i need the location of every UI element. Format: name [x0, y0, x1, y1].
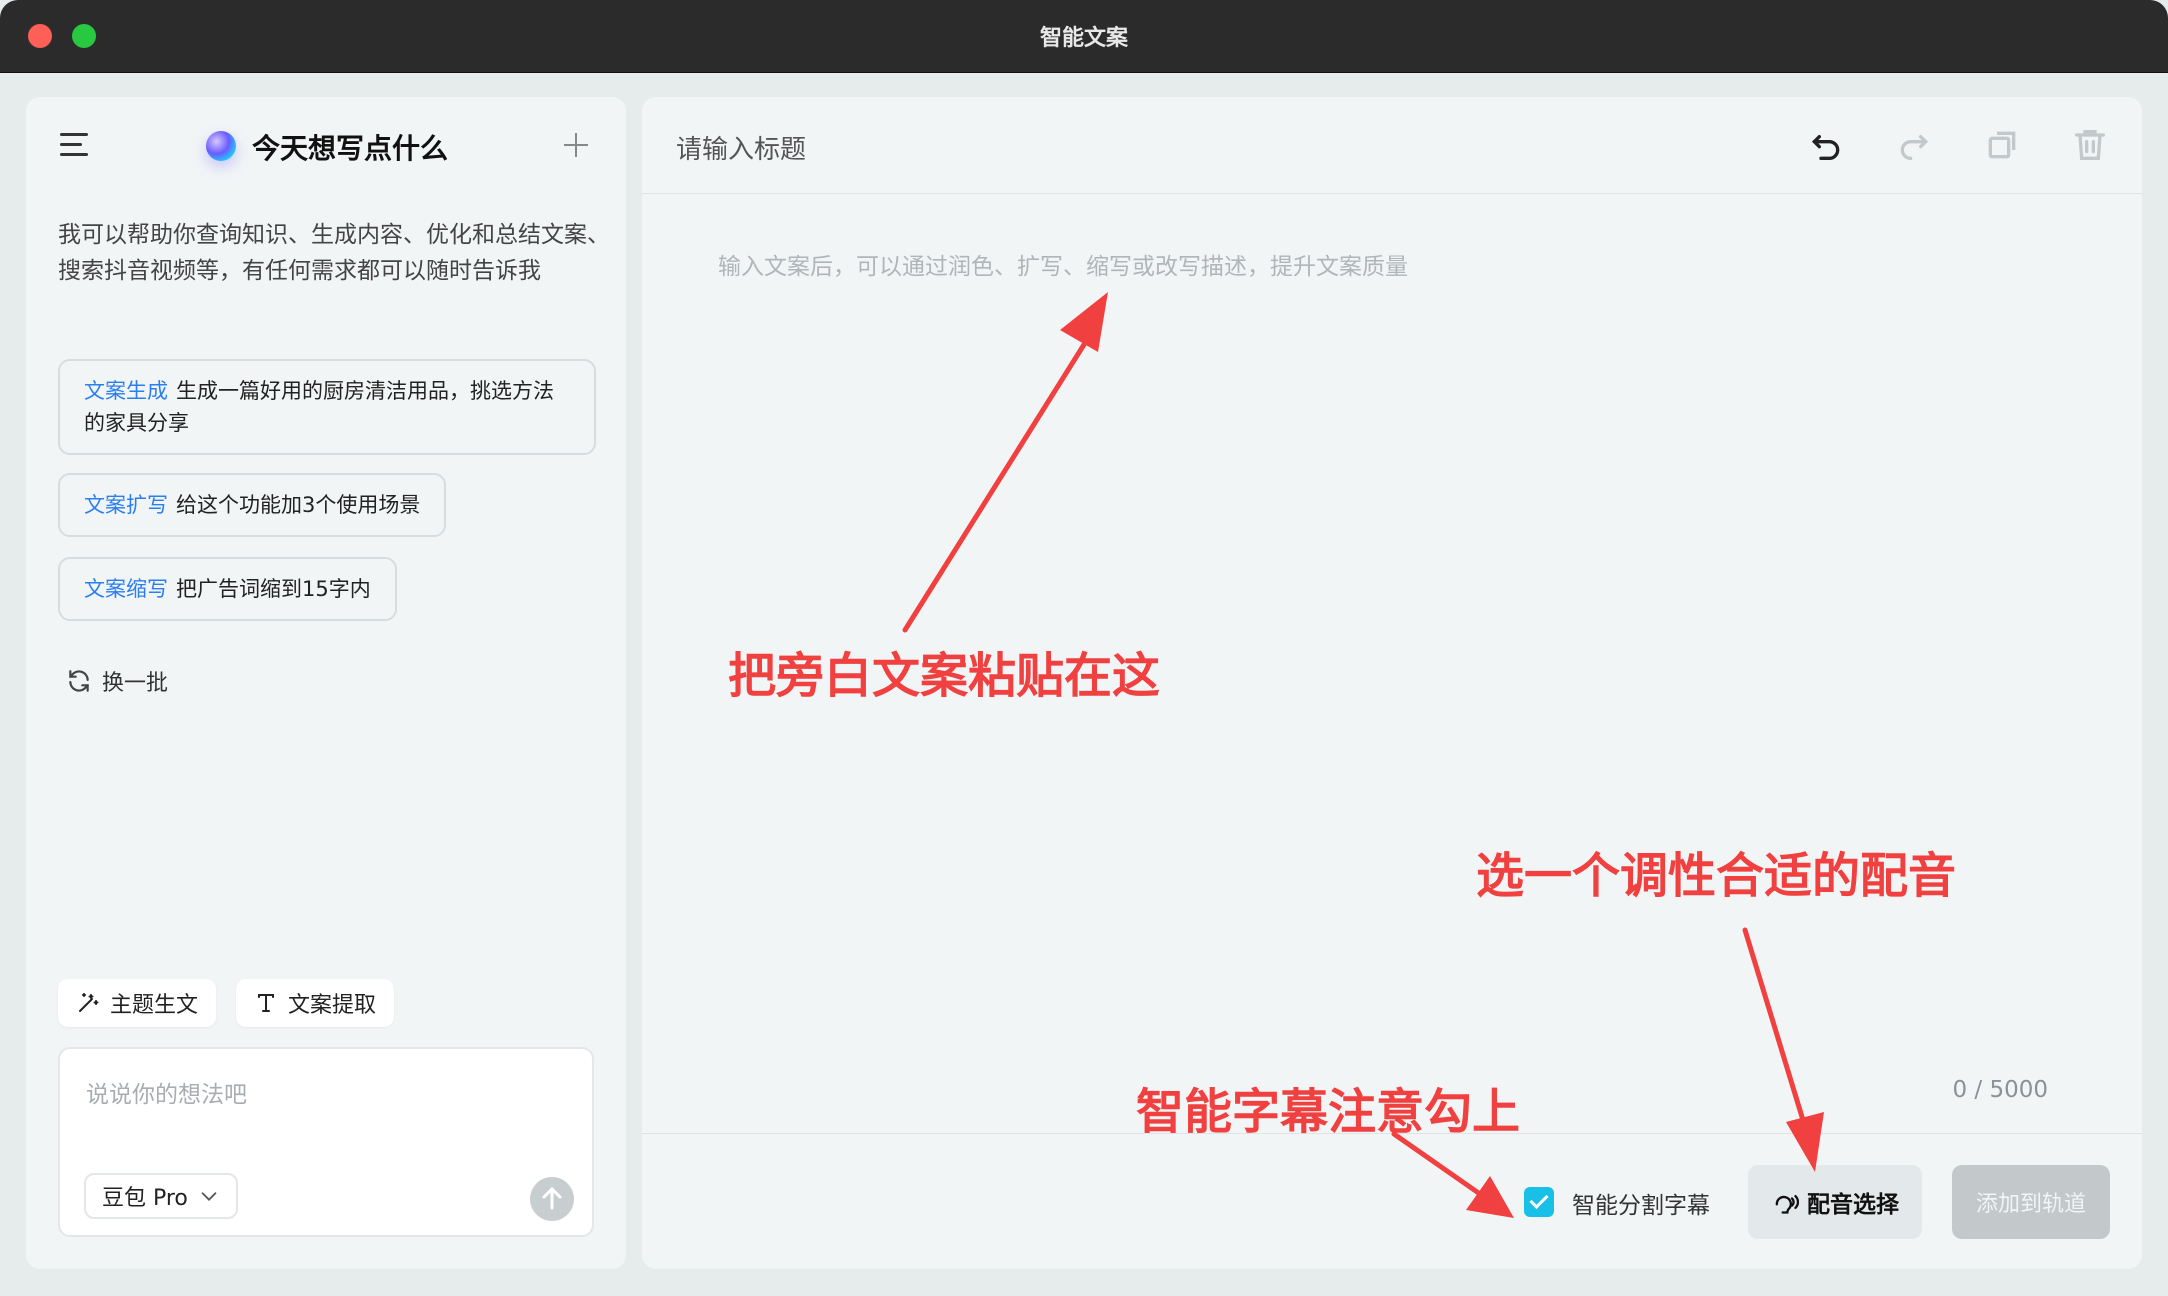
suggestion-tag: 文案扩写 — [84, 493, 168, 517]
voice-select-button[interactable]: 配音选择 — [1748, 1165, 1922, 1239]
suggestion-text: 给这个功能加3个使用场景 — [176, 493, 421, 517]
annotation-paste: 把旁白文案粘贴在这 — [728, 648, 1161, 704]
redo-icon — [1900, 135, 1929, 160]
chat-input[interactable] — [84, 1073, 568, 1137]
theme-to-text-chip[interactable]: 主题生文 — [58, 979, 217, 1027]
refresh-suggestions-button[interactable]: 换一批 — [66, 665, 168, 697]
assistant-title: 今天想写点什么 — [252, 132, 449, 165]
title-bar: 智能文案 — [0, 0, 2168, 73]
refresh-label: 换一批 — [102, 671, 169, 696]
suggestion-tag: 文案生成 — [84, 379, 168, 403]
assistant-panel: 今天想写点什么 我可以帮助你查询知识、生成内容、优化和总结文案、搜索抖音视频等，… — [26, 97, 626, 1269]
add-to-track-button[interactable]: 添加到轨道 — [1952, 1165, 2110, 1239]
chip-label: 主题生文 — [110, 993, 199, 1018]
arrow-up-icon — [542, 1186, 562, 1210]
suggestion-card[interactable]: 文案生成 生成一篇好用的厨房清洁用品，挑选方法的家具分享 — [58, 359, 596, 455]
text-icon — [258, 994, 274, 1012]
title-input[interactable] — [674, 125, 1478, 175]
chevron-down-icon — [201, 1192, 217, 1201]
refresh-icon — [69, 670, 89, 692]
smart-subtitle-label[interactable]: 智能分割字幕 — [1572, 1186, 1710, 1220]
chip-label: 文案提取 — [288, 993, 377, 1018]
divider — [642, 193, 2142, 194]
annotation-voice: 选一个调性合适的配音 — [1476, 848, 1957, 904]
magic-wand-icon — [79, 993, 99, 1012]
delete-button[interactable] — [2070, 125, 2110, 165]
new-chat-plus-icon[interactable] — [562, 131, 590, 159]
trash-icon — [2075, 130, 2105, 160]
text-extract-chip[interactable]: 文案提取 — [236, 979, 395, 1027]
send-button[interactable] — [530, 1177, 574, 1221]
voice-icon — [1775, 1195, 1799, 1214]
model-select[interactable]: 豆包 Pro — [84, 1173, 238, 1219]
chat-input-box: 豆包 Pro — [58, 1047, 594, 1237]
window-title: 智能文案 — [1039, 26, 1128, 51]
suggestion-tag: 文案缩写 — [84, 577, 168, 601]
undo-button[interactable] — [1806, 125, 1846, 165]
copy-icon — [1988, 131, 2016, 159]
assistant-logo-icon — [206, 131, 236, 161]
undo-icon — [1811, 135, 1840, 160]
app-window: 智能文案 今天想写点什么 我可以帮助你查询知识、生成内容、优化和总结文案、搜索抖… — [0, 0, 2168, 1296]
assistant-intro: 我可以帮助你查询知识、生成内容、优化和总结文案、搜索抖音视频等，有任何需求都可以… — [58, 222, 610, 284]
redo-button[interactable] — [1894, 125, 1934, 165]
voice-label: 配音选择 — [1807, 1192, 1899, 1218]
char-count: 0 / 5000 — [1952, 1077, 2048, 1103]
suggestion-card[interactable]: 文案扩写 给这个功能加3个使用场景 — [58, 473, 447, 537]
smart-subtitle-checkbox[interactable] — [1524, 1187, 1554, 1217]
suggestion-card[interactable]: 文案缩写 把广告词缩到15字内 — [58, 557, 397, 621]
model-label: 豆包 Pro — [102, 1186, 188, 1211]
suggestion-text: 把广告词缩到15字内 — [176, 577, 371, 601]
menu-icon[interactable] — [60, 133, 88, 157]
annotation-subtitle: 智能字幕注意勾上 — [1136, 1084, 1521, 1140]
copy-button[interactable] — [1982, 125, 2022, 165]
